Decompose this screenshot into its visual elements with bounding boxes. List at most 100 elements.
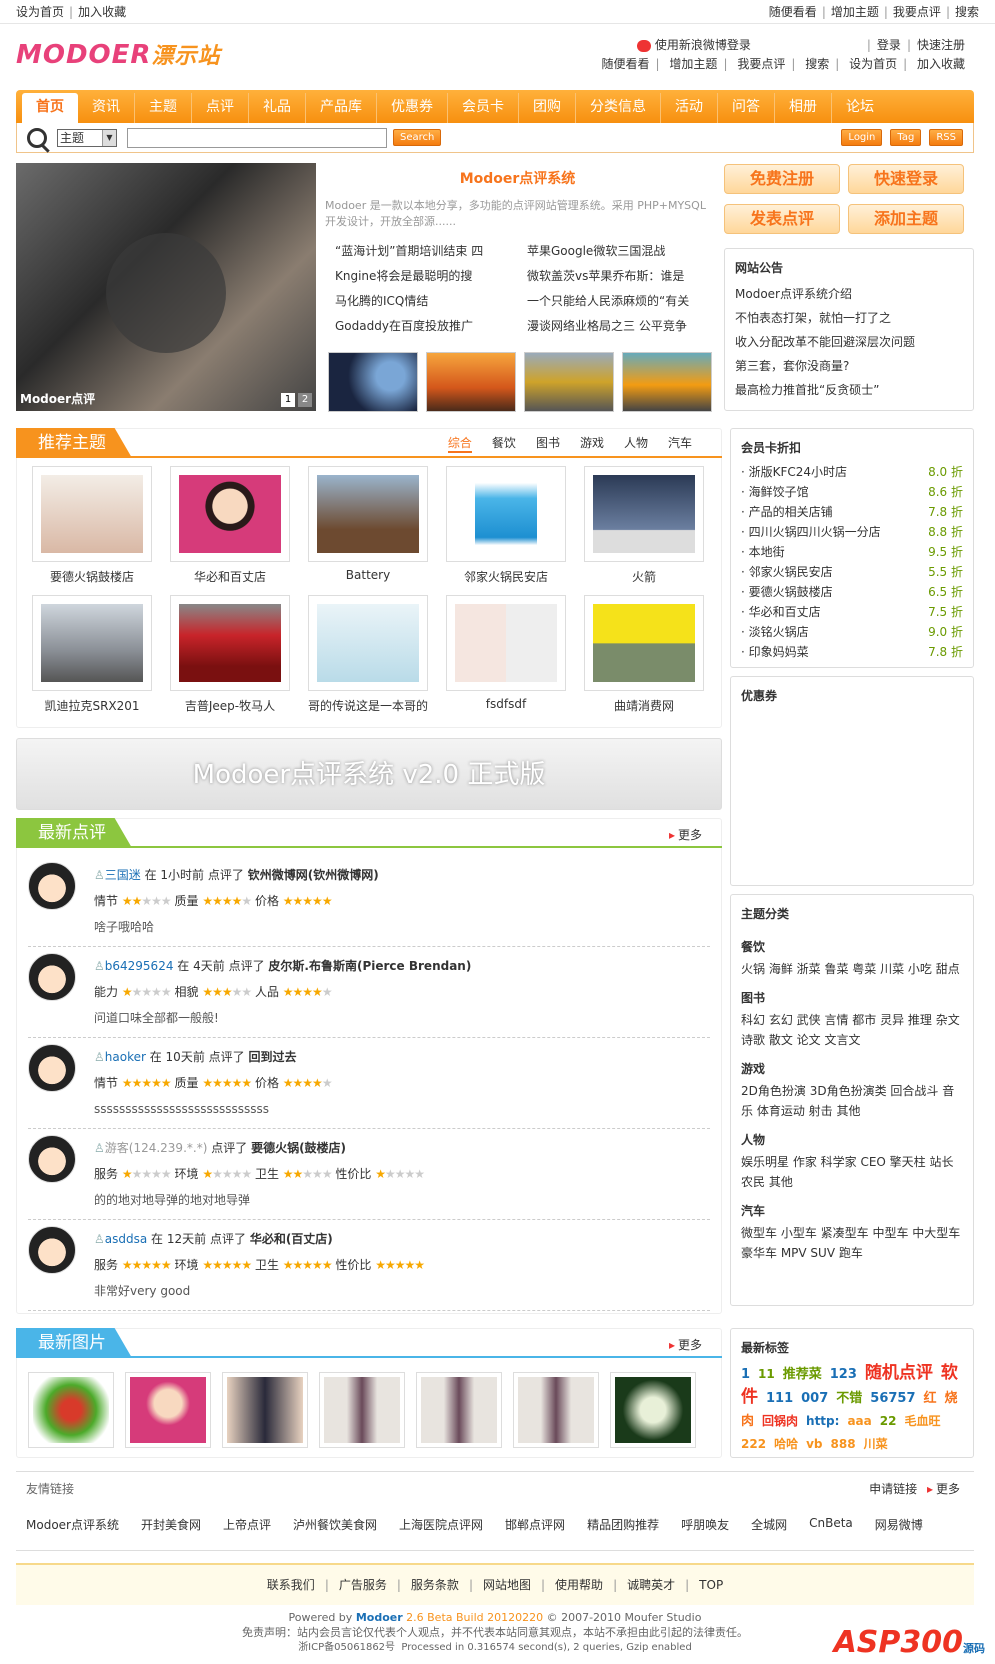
bookmark-link[interactable]: 加入收藏 [78,5,126,19]
notice-item[interactable]: 最高检力推首批“反贪硕士” [735,383,879,397]
apply-link[interactable]: 申请链接 [869,1482,917,1496]
brand-link[interactable]: Modoer [356,1611,403,1624]
search-input[interactable] [127,127,387,148]
subject-card[interactable]: 哥的传说这是一本哥的 [306,595,430,714]
header-link[interactable]: 我要点评 [737,57,785,71]
category-items[interactable]: 2D角色扮演 3D角色扮演类 回合战斗 音乐 体育运动 射击 其他 [741,1081,963,1121]
review-user-link[interactable]: b64295624 [105,959,174,973]
thumb-image[interactable] [426,352,516,412]
tag-link[interactable]: 红 [924,1391,937,1406]
photo-thumb[interactable] [319,1372,405,1448]
photo-thumb[interactable] [222,1372,308,1448]
tag-link[interactable]: 毛血旺 [904,1414,940,1428]
discount-item[interactable]: · 淡铭火锅店 9.0 折 [741,622,963,642]
login-link[interactable]: 登录 [877,38,901,52]
header-link[interactable]: 增加主题 [669,57,717,71]
thumb-image[interactable] [328,352,418,412]
tab-all[interactable]: 综合 [447,434,472,453]
friend-link[interactable]: 呼朋唤友 [681,1516,729,1533]
search-link[interactable]: 搜索 [955,5,979,19]
review-target-link[interactable]: 钦州微博网(钦州微博网) [248,868,379,882]
category-items[interactable]: 火锅 海鲜 浙菜 鲁菜 粤菜 川菜 小吃 甜点 [741,959,963,979]
login-button[interactable]: Login [841,129,883,146]
subject-card[interactable]: 吉普Jeep-牧马人 [168,595,292,714]
slide-page-1[interactable]: 1 [281,393,295,407]
footer-link[interactable]: 使用帮助 [555,1578,603,1592]
free-register-button[interactable]: 免费注册 [724,164,840,194]
nav-group[interactable]: 团购 [519,93,576,123]
header-link[interactable]: 随便看看 [602,57,650,71]
tag-link[interactable]: 007 [801,1391,828,1406]
tag-link[interactable]: 哈哈 [774,1437,798,1451]
news-item[interactable]: 一个只能给人民添麻烦的“有关 [527,292,717,309]
random-link[interactable]: 随便看看 [769,5,817,19]
news-item[interactable]: 苹果Google微软三国混战 [527,242,717,259]
footer-link[interactable]: 服务条款 [411,1578,459,1592]
subject-card[interactable]: Battery [306,466,430,585]
tag-link[interactable]: 123 [830,1367,857,1382]
news-item[interactable]: “蓝海计划”首期培训结束 四 [335,242,515,259]
tag-link[interactable]: 111 [766,1391,793,1406]
tag-link[interactable]: 11 [758,1367,775,1381]
nav-classified[interactable]: 分类信息 [576,93,661,123]
review-target-link[interactable]: 回到过去 [249,1050,297,1064]
nav-forum[interactable]: 论坛 [832,93,888,123]
notice-item[interactable]: Modoer点评系统介绍 [735,287,852,301]
friend-link[interactable]: 网易微博 [875,1516,923,1533]
nav-home[interactable]: 首页 [22,93,78,123]
nav-gift[interactable]: 礼品 [249,93,306,123]
avatar[interactable] [28,953,76,1001]
category-group-title[interactable]: 汽车 [741,1202,963,1219]
category-items[interactable]: 娱乐明星 作家 科学家 CEO 擎天柱 站长 农民 其他 [741,1152,963,1192]
tag-link[interactable]: 推荐菜 [783,1367,822,1382]
photo-thumb[interactable] [416,1372,502,1448]
photo-thumb[interactable] [513,1372,599,1448]
notice-item[interactable]: 第三套，套你没商量? [735,359,849,373]
subject-card[interactable]: 邻家火锅民安店 [444,466,568,585]
subject-card[interactable]: 火箭 [582,466,706,585]
discount-item[interactable]: · 海鲜饺子馆 8.6 折 [741,482,963,502]
register-link[interactable]: 快速注册 [917,38,965,52]
avatar[interactable] [28,862,76,910]
review-user-link[interactable]: 游客(124.239.*.*) [105,1141,208,1155]
discount-item[interactable]: · 印象妈妈菜 7.8 折 [741,642,963,662]
discount-item[interactable]: · 华必和百丈店 7.5 折 [741,602,963,622]
site-logo[interactable]: MODOER漂示站 [16,38,220,70]
news-item[interactable]: 微软盖茨vs苹果乔布斯：谁是 [527,267,717,284]
add-subject-button[interactable]: 添加主题 [848,204,964,234]
nav-subject[interactable]: 主题 [135,93,192,123]
nav-product[interactable]: 产品库 [306,93,377,123]
avatar[interactable] [28,1226,76,1274]
tag-link[interactable]: 22 [880,1414,897,1428]
friend-link[interactable]: 开封美食网 [141,1516,201,1533]
discount-item[interactable]: · 产品的相关店铺 7.8 折 [741,502,963,522]
review-target-link[interactable]: 华必和(百丈店) [250,1232,333,1246]
friend-link[interactable]: 精品团购推荐 [587,1516,659,1533]
notice-item[interactable]: 收入分配改革不能回避深层次问题 [735,335,915,349]
photo-thumb[interactable] [125,1372,211,1448]
review-target-link[interactable]: 皮尔斯.布鲁斯南(Pierce Brendan) [268,959,471,973]
nav-event[interactable]: 活动 [661,93,718,123]
tab-cars[interactable]: 汽车 [668,434,692,453]
tag-link[interactable]: 1 [741,1367,750,1382]
header-link[interactable]: 搜索 [805,57,829,71]
footer-link[interactable]: 网站地图 [483,1578,531,1592]
search-type-select[interactable]: 主题 ▼ [57,128,117,147]
photos-more-link[interactable]: 更多 [669,1336,702,1353]
tag-button[interactable]: Tag [890,129,922,146]
category-group-title[interactable]: 人物 [741,1131,963,1148]
subject-card[interactable]: 凯迪拉克SRX201 [30,595,154,714]
tag-link[interactable]: 222 [741,1437,766,1451]
nav-qa[interactable]: 问答 [718,93,775,123]
tag-link[interactable]: 不错 [836,1391,862,1406]
friend-link[interactable]: 上海医院点评网 [399,1516,483,1533]
footer-link[interactable]: 诚聘英才 [627,1578,675,1592]
quick-login-button[interactable]: 快速登录 [848,164,964,194]
photo-thumb[interactable] [28,1372,114,1448]
weibo-login-link[interactable]: 使用新浪微博登录 [655,38,751,52]
category-group-title[interactable]: 游戏 [741,1060,963,1077]
subject-card[interactable]: 华必和百丈店 [168,466,292,585]
nav-card[interactable]: 会员卡 [448,93,519,123]
tab-people[interactable]: 人物 [624,434,648,453]
news-item[interactable]: Kngine将会是最聪明的搜 [335,267,515,284]
